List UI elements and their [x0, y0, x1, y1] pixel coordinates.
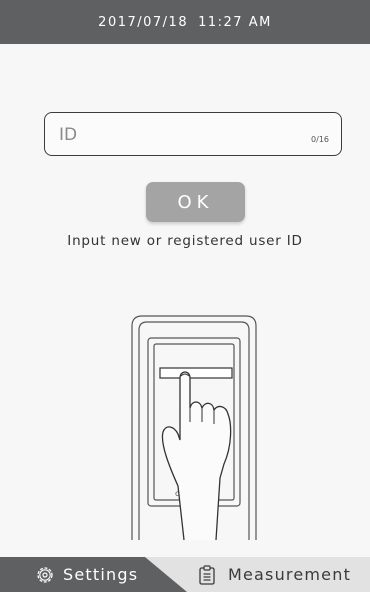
clipboard-icon: [199, 564, 215, 585]
id-field[interactable]: 0/16: [44, 112, 342, 156]
bottom-nav: Settings Measurement: [0, 557, 370, 592]
character-counter: 0/16: [311, 135, 329, 144]
id-input-miniature: [159, 367, 233, 379]
gear-icon: [37, 566, 53, 583]
status-time: 11:27 AM: [198, 14, 272, 30]
tab-measurement-label: Measurement: [228, 565, 352, 584]
tab-settings-label: Settings: [63, 565, 139, 584]
status-bar: 2017/07/18 11:27 AM: [0, 0, 370, 44]
tab-measurement[interactable]: Measurement: [198, 557, 370, 592]
touch-device-illustration: chor: [131, 315, 257, 540]
ok-button[interactable]: OK: [146, 182, 245, 222]
instruction-text: Input new or registered user ID: [67, 233, 303, 249]
status-date: 2017/07/18: [98, 14, 189, 30]
id-input[interactable]: [57, 121, 281, 149]
hand-pointer-icon: [161, 371, 232, 540]
